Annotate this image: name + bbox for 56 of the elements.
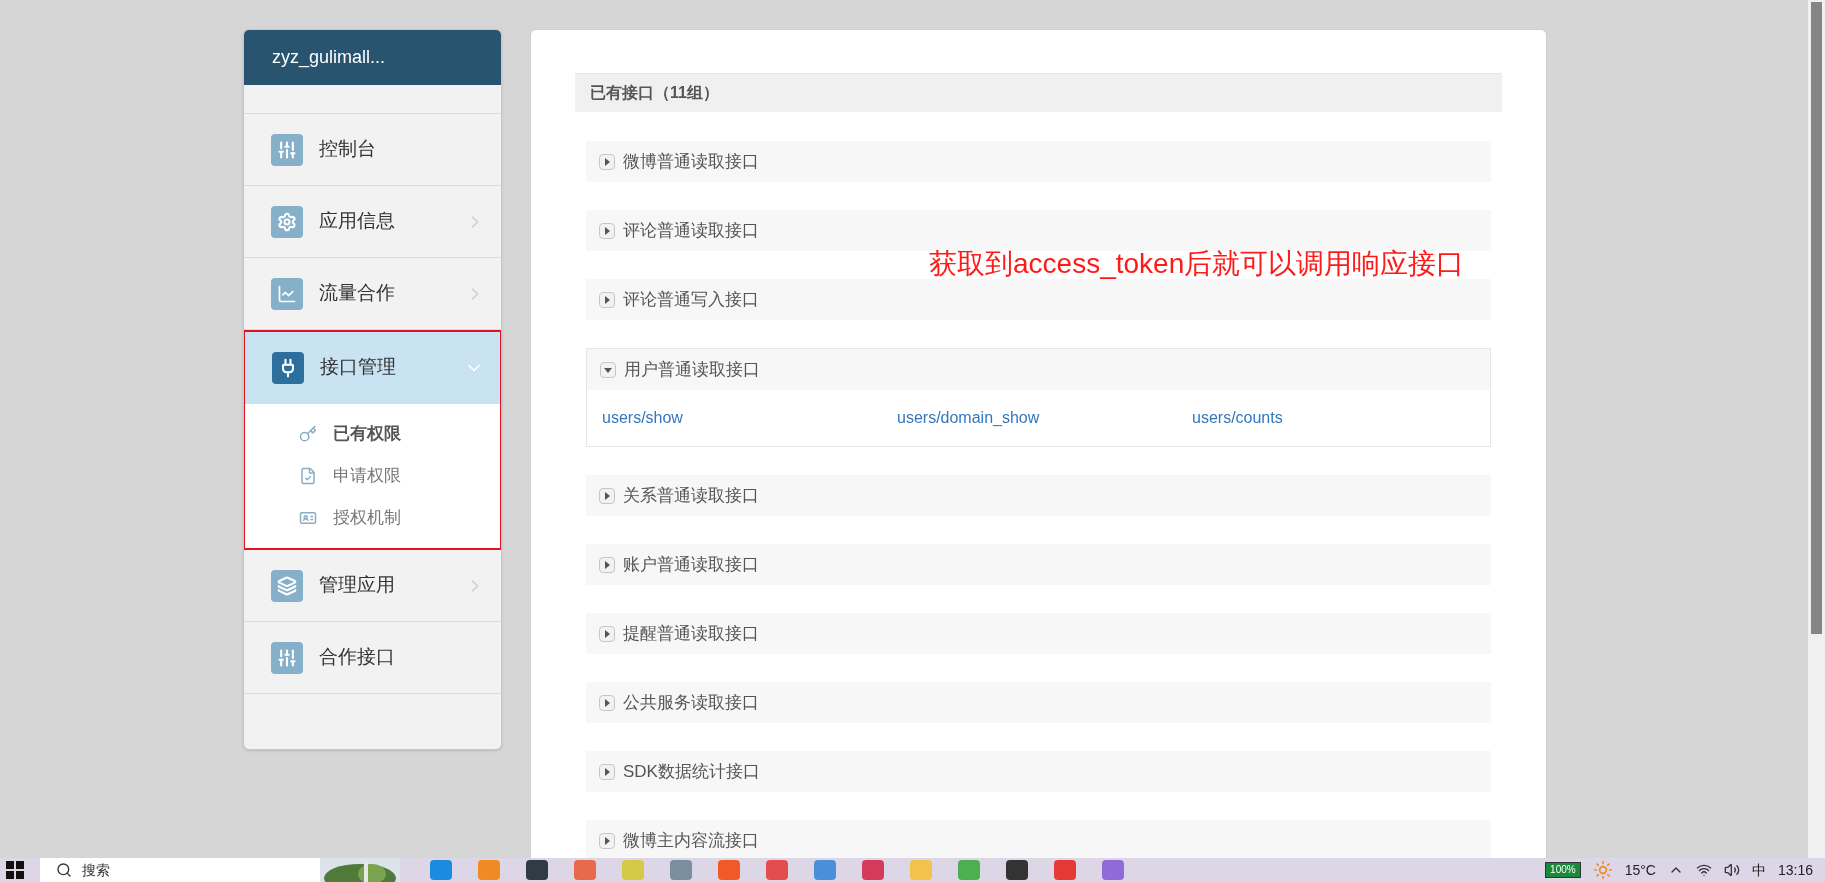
expand-toggle-icon[interactable] xyxy=(599,153,615,170)
scrollbar[interactable] xyxy=(1808,0,1825,858)
section-heading: 已有接口（11组） xyxy=(575,73,1502,112)
document-check-icon xyxy=(299,467,317,485)
windows-logo-icon[interactable] xyxy=(6,861,24,879)
expand-toggle-icon[interactable] xyxy=(599,694,615,711)
search-icon xyxy=(56,862,72,878)
api-link[interactable]: users/domain_show xyxy=(897,406,1192,430)
app-title: zyz_gulimall... xyxy=(244,30,501,85)
expand-toggle-icon[interactable] xyxy=(599,763,615,780)
submenu-item[interactable]: 授权机制 xyxy=(245,504,500,532)
group-header[interactable]: 账户普通读取接口 xyxy=(586,544,1491,585)
group-header[interactable]: 评论普通写入接口 xyxy=(586,279,1491,320)
group-header[interactable]: 微博主内容流接口 xyxy=(586,820,1491,858)
submenu-item[interactable]: 申请权限 xyxy=(245,462,500,490)
search-field[interactable]: 搜索 xyxy=(40,858,400,882)
app-icon[interactable] xyxy=(1006,860,1028,880)
id-card-icon xyxy=(299,509,317,527)
sidebar-item[interactable]: 应用信息 xyxy=(244,186,501,258)
group-header[interactable]: 提醒普通读取接口 xyxy=(586,613,1491,654)
expand-toggle-icon[interactable] xyxy=(599,556,615,573)
sliders-icon xyxy=(271,641,303,674)
weather-temperature: 15°C xyxy=(1624,860,1656,880)
battery-indicator: 100% xyxy=(1545,862,1581,878)
volume-icon xyxy=(1723,862,1740,878)
sidebar-item[interactable]: 合作接口 xyxy=(244,622,501,694)
line-chart-icon xyxy=(271,277,303,310)
group-header[interactable]: SDK数据统计接口 xyxy=(586,751,1491,792)
group-header[interactable]: 微博普通读取接口 xyxy=(586,141,1491,182)
expand-toggle-icon[interactable] xyxy=(599,291,615,308)
clock: 13:16 xyxy=(1777,860,1813,880)
key-icon xyxy=(299,425,317,443)
api-link[interactable]: users/counts xyxy=(1192,406,1487,430)
sidebar-item[interactable]: 控制台 xyxy=(244,114,501,186)
weather-icon xyxy=(1592,860,1613,880)
input-method[interactable]: 中 xyxy=(1751,859,1766,881)
expand-toggle-icon[interactable] xyxy=(599,222,615,239)
layers-icon xyxy=(271,569,303,602)
gear-icon xyxy=(271,205,303,238)
wifi-icon xyxy=(1695,862,1712,878)
sidebar-item[interactable]: 管理应用 xyxy=(244,550,501,622)
group-header[interactable]: 用户普通读取接口 xyxy=(587,349,1490,390)
group-header[interactable]: 公共服务读取接口 xyxy=(586,682,1491,723)
expand-toggle-icon[interactable] xyxy=(599,487,615,504)
group-header[interactable]: 关系普通读取接口 xyxy=(586,475,1491,516)
api-link[interactable]: users/show xyxy=(602,406,897,430)
sliders-icon xyxy=(271,133,303,166)
app-icon[interactable] xyxy=(526,860,548,880)
sidebar-item[interactable]: 流量合作 xyxy=(244,258,501,330)
expand-toggle-icon[interactable] xyxy=(599,625,615,642)
sidebar-item[interactable]: 接口管理 xyxy=(245,332,500,404)
submenu-item[interactable]: 已有权限 xyxy=(245,420,500,448)
plug-icon xyxy=(272,351,304,384)
expand-toggle-icon[interactable] xyxy=(599,832,615,849)
annotation-text: 获取到access_token后就可以调用响应接口 xyxy=(929,250,1465,278)
collapse-toggle-icon[interactable] xyxy=(600,361,616,378)
